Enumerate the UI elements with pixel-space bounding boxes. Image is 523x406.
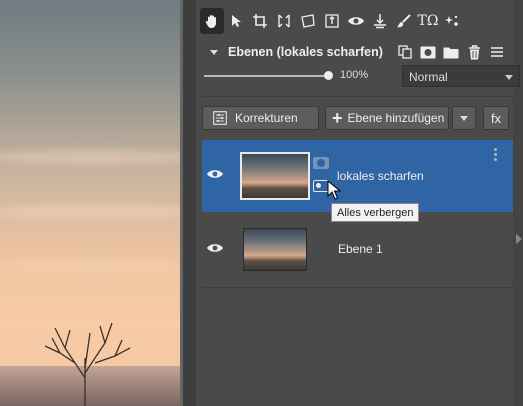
chevron-down-icon <box>505 75 513 80</box>
layer-name: lokales scharfen <box>337 169 424 183</box>
effects-button[interactable]: fx <box>483 106 509 130</box>
text-frame-tool[interactable] <box>320 8 344 34</box>
transform-icon <box>301 14 315 28</box>
level-tool[interactable] <box>368 8 392 34</box>
layer-row-selected[interactable]: lokales scharfen <box>202 140 513 212</box>
eye-icon <box>348 17 364 25</box>
plus-icon: + <box>332 108 343 128</box>
tooltip: Alles verbergen <box>331 203 420 222</box>
collapse-caret-icon[interactable] <box>210 49 218 55</box>
adjustments-icon <box>213 111 227 125</box>
mask-icon <box>420 46 436 58</box>
add-mask-button[interactable] <box>419 44 437 60</box>
visibility-eye-icon[interactable] <box>206 242 224 254</box>
transform-tool[interactable] <box>296 8 320 34</box>
duplicate-layer-button[interactable] <box>396 44 414 60</box>
fx-label: fx <box>490 110 502 126</box>
layers-panel-header: Ebenen (lokales scharfen) <box>196 40 513 64</box>
view-tool[interactable] <box>344 8 368 34</box>
layer-row[interactable]: Ebene 1 <box>202 214 513 286</box>
crop-icon <box>253 14 267 28</box>
tree-silhouette <box>44 322 131 406</box>
tool-bar: TΩ <box>200 8 464 34</box>
hand-icon <box>205 15 216 28</box>
trash-icon <box>468 44 480 59</box>
duplicate-icon <box>398 45 412 59</box>
opacity-slider-track[interactable] <box>204 75 328 77</box>
perspective-icon <box>278 14 290 28</box>
opacity-slider-knob[interactable] <box>324 71 333 80</box>
mouse-cursor-icon <box>327 180 341 200</box>
delete-layer-button[interactable] <box>465 44 483 60</box>
add-layer-dropdown-button[interactable] <box>452 106 476 130</box>
panel-menu-button[interactable] <box>488 44 506 60</box>
layer-thumbnail[interactable] <box>240 152 310 200</box>
layer-options-icon[interactable] <box>494 148 498 163</box>
brush-tool[interactable] <box>392 8 416 34</box>
add-layer-button[interactable]: + Ebene hinzufügen <box>325 106 449 130</box>
panel-scrollbar[interactable] <box>513 0 523 406</box>
folder-icon <box>443 47 459 58</box>
hand-tool[interactable] <box>200 8 224 34</box>
layer-mask-icon[interactable] <box>313 157 329 169</box>
layer-thumbnail[interactable] <box>243 228 307 271</box>
perspective-tool[interactable] <box>272 8 296 34</box>
corrections-button[interactable]: Korrekturen <box>202 106 319 130</box>
effects-icon <box>445 15 458 26</box>
group-folder-button[interactable] <box>442 44 460 60</box>
corrections-label: Korrekturen <box>235 111 298 125</box>
image-canvas[interactable] <box>0 0 180 406</box>
blend-mode-select[interactable]: Normal <box>402 65 520 87</box>
hamburger-icon <box>491 47 503 57</box>
visibility-eye-icon[interactable] <box>206 168 224 180</box>
canvas-edge <box>180 0 183 406</box>
add-layer-label: Ebene hinzufügen <box>347 111 445 125</box>
crop-tool[interactable] <box>248 8 272 34</box>
tooltip-text: Alles verbergen <box>337 206 414 219</box>
pointer-icon <box>232 15 241 27</box>
effects-tool[interactable] <box>440 8 464 34</box>
divider <box>202 287 513 288</box>
level-icon <box>374 14 386 29</box>
collapse-arrow-icon[interactable] <box>516 234 522 244</box>
opacity-row: 100% Normal <box>204 65 520 87</box>
panel-title: Ebenen (lokales scharfen) <box>228 45 383 59</box>
chevron-down-icon <box>460 115 468 121</box>
divider <box>202 96 513 97</box>
text-symbol-icon: TΩ <box>417 13 439 29</box>
layer-name: Ebene 1 <box>338 242 383 256</box>
blend-mode-value: Normal <box>409 70 448 84</box>
text-symbol-tool[interactable]: TΩ <box>416 8 440 34</box>
brush-icon <box>397 14 411 28</box>
text-frame-icon <box>325 14 339 28</box>
select-tool[interactable] <box>224 8 248 34</box>
opacity-value: 100% <box>340 69 369 81</box>
